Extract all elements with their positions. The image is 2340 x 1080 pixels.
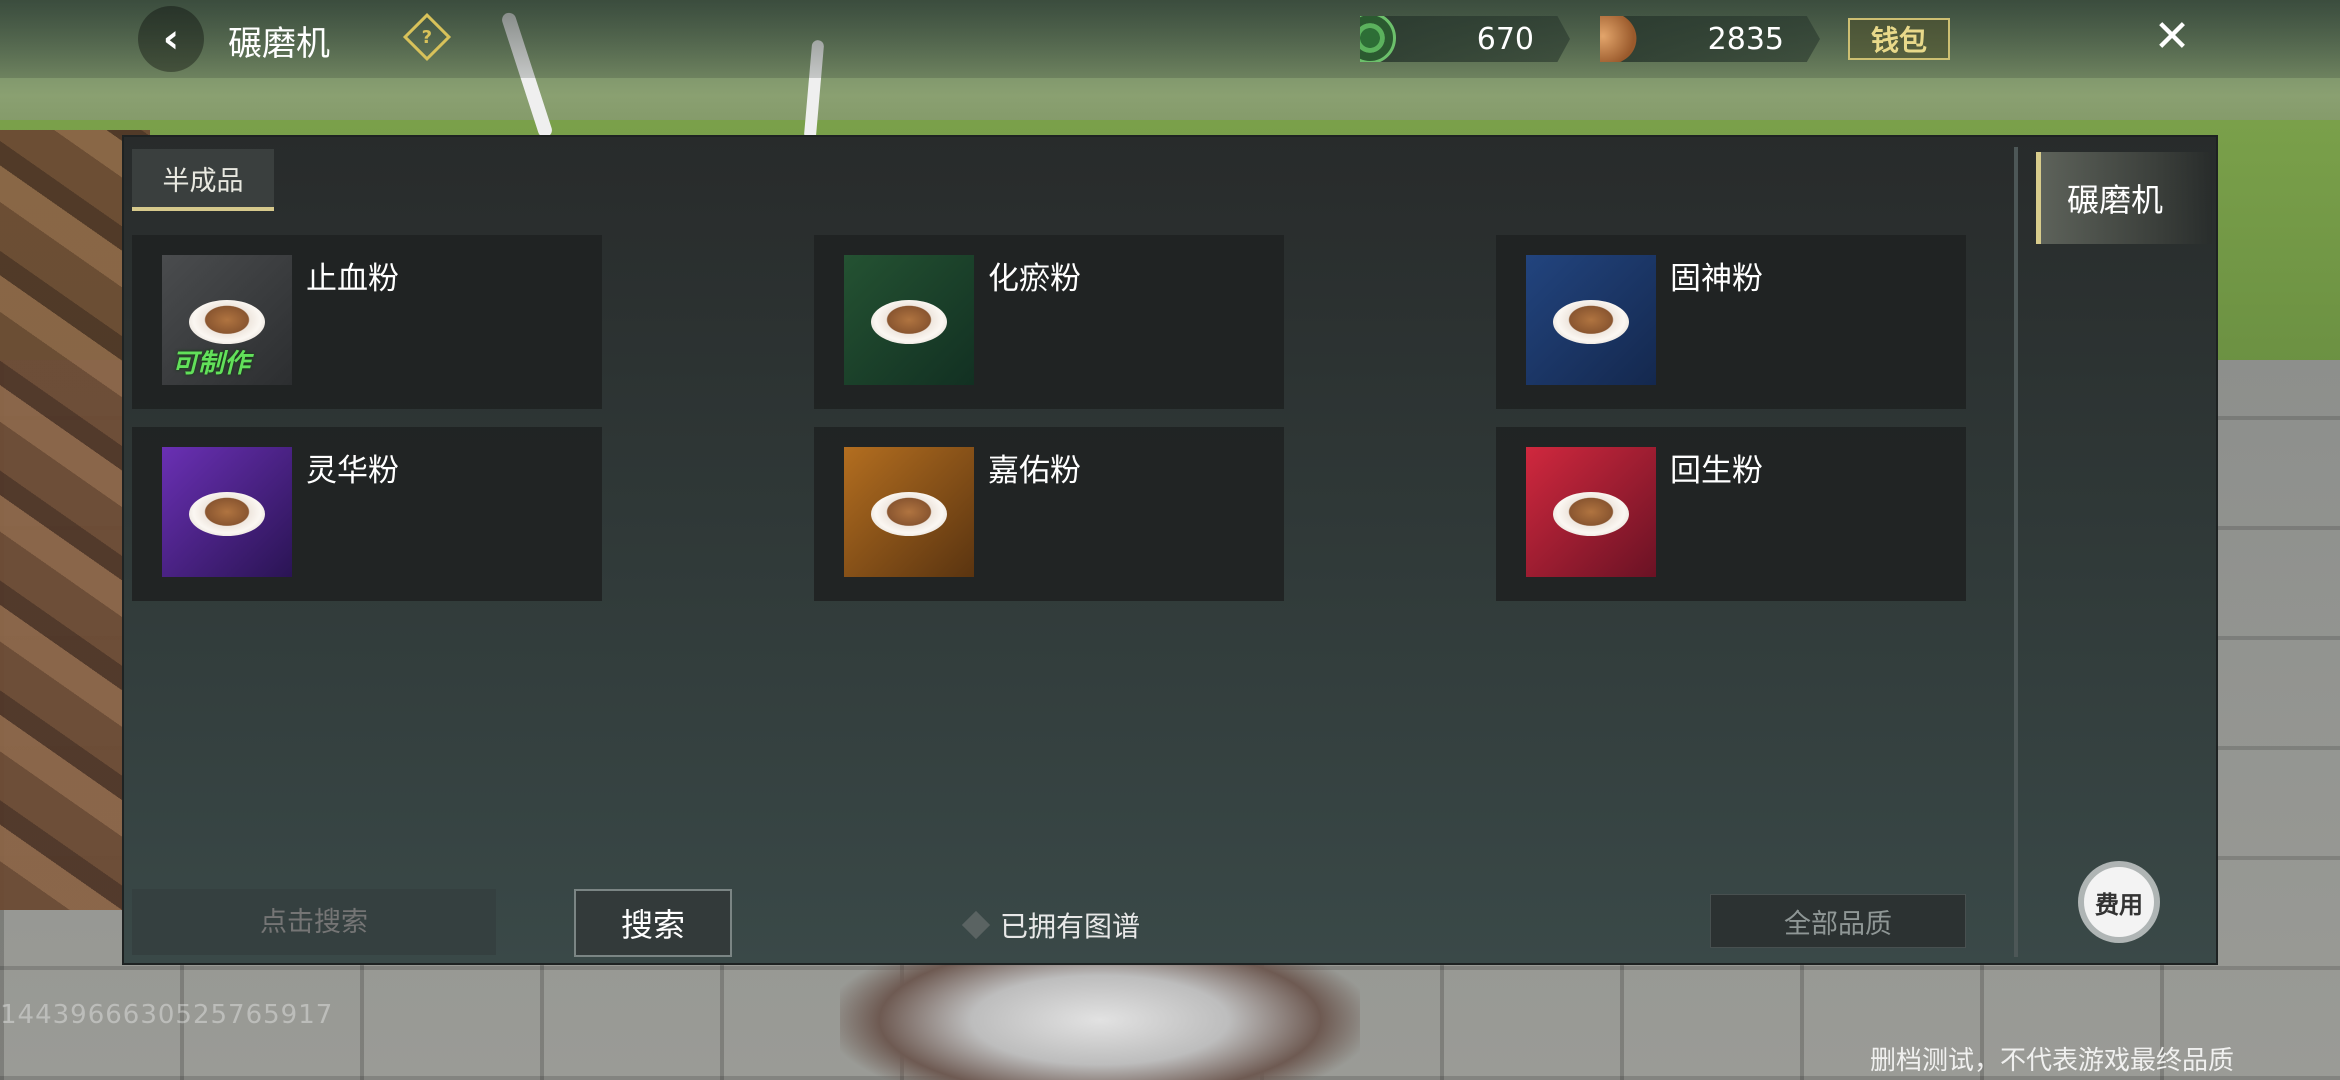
jade-currency: 670: [1360, 16, 1570, 62]
bean-currency-value: 2835: [1707, 22, 1784, 57]
checkbox-icon[interactable]: [961, 910, 991, 940]
item-thumbnail: [844, 447, 974, 577]
owned-recipes-toggle[interactable]: 已拥有图谱: [961, 905, 1141, 945]
recipe-card[interactable]: 灵华粉: [132, 427, 602, 601]
item-thumbnail: 可制作: [162, 255, 292, 385]
item-thumbnail: [1526, 255, 1656, 385]
divider: [2014, 147, 2018, 957]
powder-bowl-icon: [1553, 300, 1629, 344]
item-thumbnail: [1526, 447, 1656, 577]
recipe-card[interactable]: 化瘀粉: [814, 235, 1284, 409]
top-bar: ‹ 碾磨机 ? 670 2835 钱包 ✕: [0, 0, 2340, 78]
powder-bowl-icon: [189, 492, 265, 536]
back-button[interactable]: ‹: [138, 6, 204, 72]
powder-bowl-icon: [189, 300, 265, 344]
powder-bowl-icon: [871, 300, 947, 344]
item-name: 回生粉: [1670, 453, 1763, 489]
test-disclaimer: 删档测试，不代表游戏最终品质: [1870, 1046, 2235, 1076]
item-name: 固神粉: [1670, 261, 1763, 297]
item-thumbnail: [844, 255, 974, 385]
search-input[interactable]: [132, 889, 496, 955]
quality-filter-dropdown[interactable]: 全部品质: [1710, 894, 1966, 948]
search-button[interactable]: 搜索: [574, 889, 732, 957]
user-id-watermark: 1443966630525765917: [0, 1000, 334, 1030]
recipe-card[interactable]: 回生粉: [1496, 427, 1966, 601]
tab-semi-finished[interactable]: 半成品: [132, 149, 274, 211]
recipe-card[interactable]: 固神粉: [1496, 235, 1966, 409]
item-name: 嘉佑粉: [988, 453, 1081, 489]
crafting-panel: 半成品 可制作 止血粉 化瘀粉 固神粉 灵华粉 嘉佑粉 回生粉 点击搜索 搜索 …: [122, 135, 2218, 965]
powder-bowl-icon: [871, 492, 947, 536]
help-icon[interactable]: ?: [402, 12, 452, 62]
bean-currency: 2835: [1600, 16, 1820, 62]
page-title: 碾磨机: [228, 24, 330, 64]
item-name: 化瘀粉: [988, 261, 1081, 297]
wallet-button[interactable]: 钱包: [1848, 18, 1950, 60]
fee-gear-button[interactable]: 费用: [2084, 867, 2154, 937]
close-button[interactable]: ✕: [2146, 10, 2198, 62]
bean-coin-icon: [1600, 16, 1646, 62]
item-name: 止血粉: [306, 261, 399, 297]
craftable-tag: 可制作: [172, 349, 251, 379]
jade-coin-icon: [1360, 16, 1396, 62]
item-name: 灵华粉: [306, 453, 399, 489]
owned-recipes-label: 已拥有图谱: [1000, 910, 1141, 943]
fee-label: 费用: [2095, 890, 2143, 919]
chevron-left-icon: ‹: [162, 16, 180, 62]
close-icon: ✕: [2153, 10, 2191, 62]
recipe-card[interactable]: 可制作 止血粉: [132, 235, 602, 409]
recipe-card[interactable]: 嘉佑粉: [814, 427, 1284, 601]
tab-grinder[interactable]: 碾磨机: [2036, 152, 2212, 244]
jade-currency-value: 670: [1476, 22, 1534, 57]
item-thumbnail: [162, 447, 292, 577]
powder-bowl-icon: [1553, 492, 1629, 536]
